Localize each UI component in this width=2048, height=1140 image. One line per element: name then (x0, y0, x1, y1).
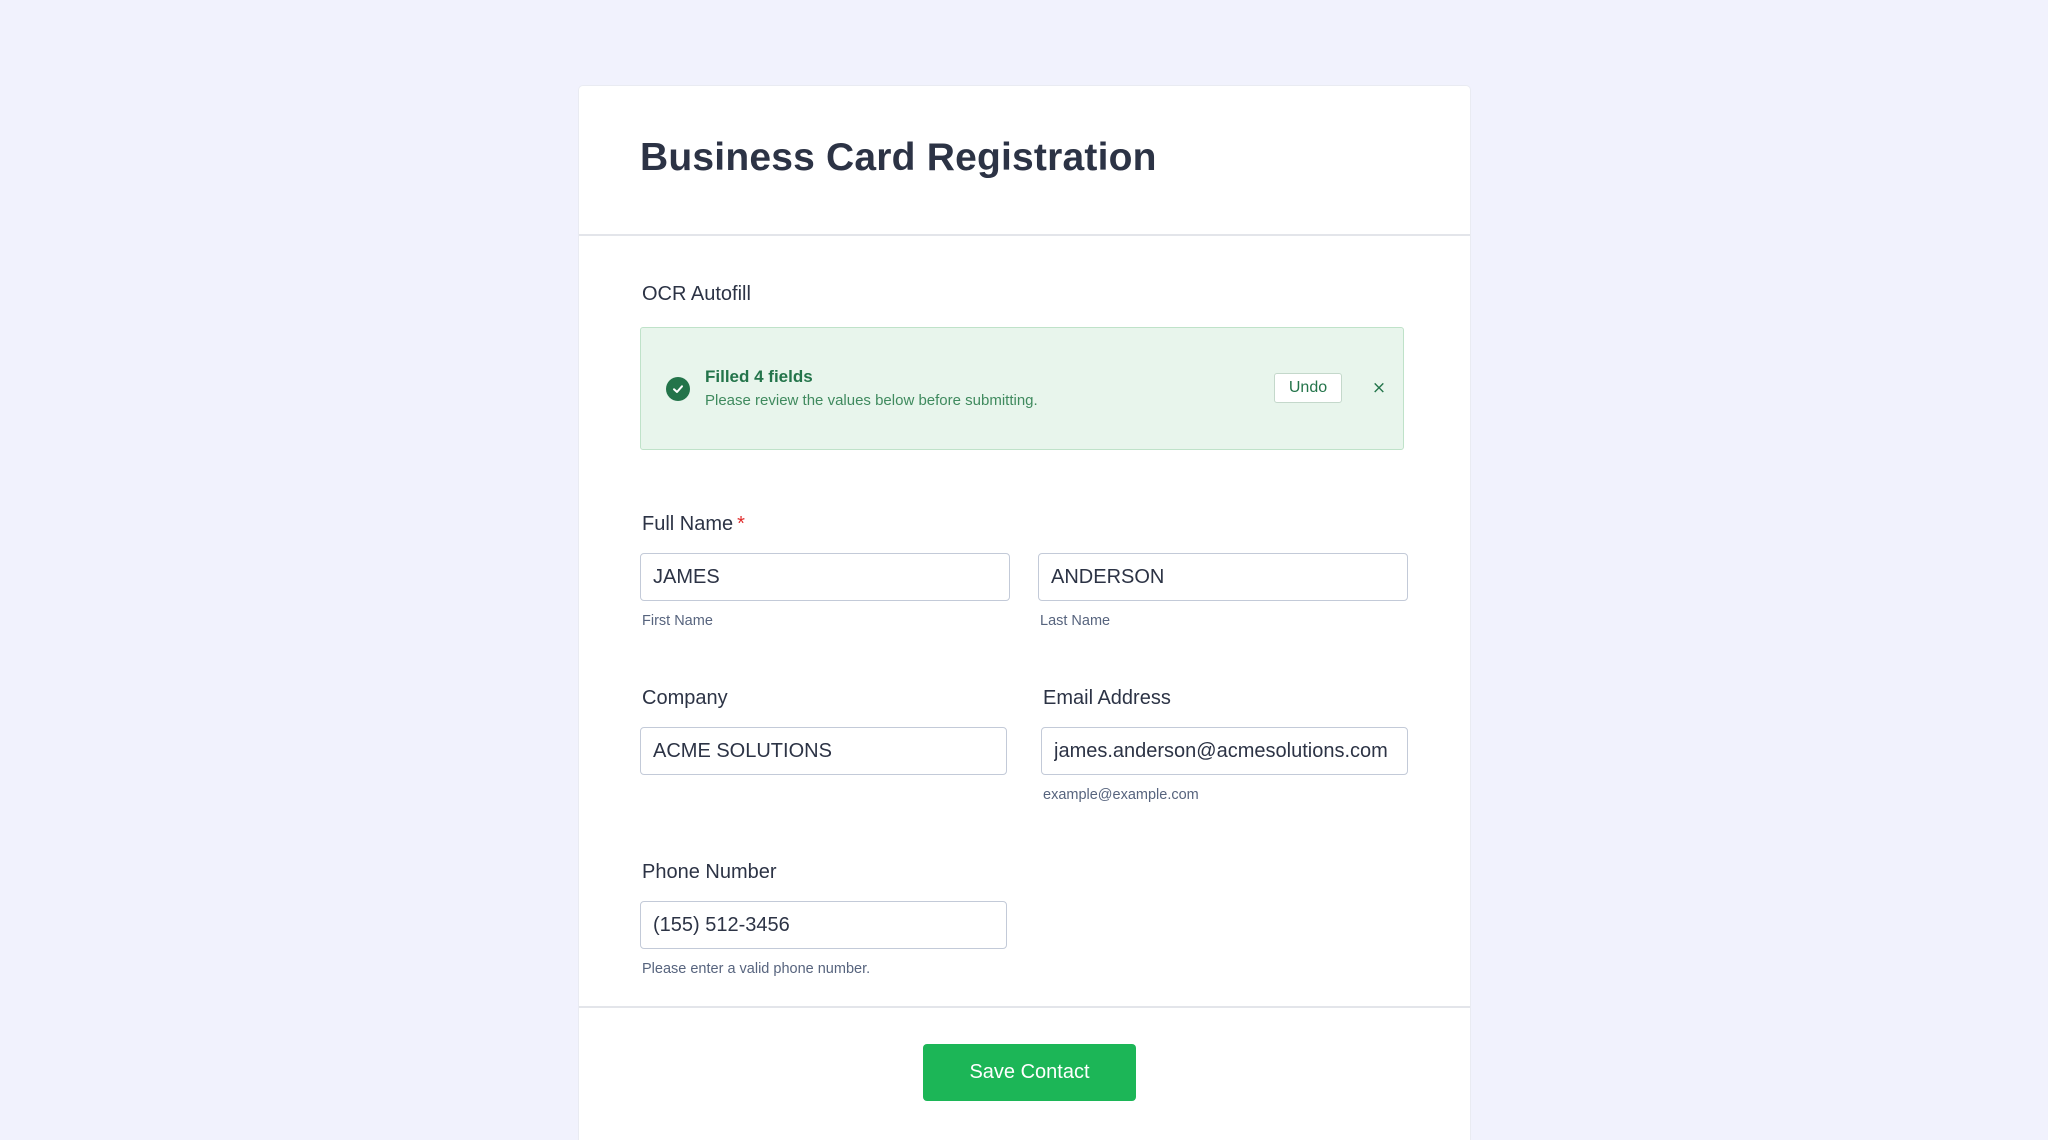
phone-sublabel: Please enter a valid phone number. (642, 961, 871, 977)
alert-title: Filled 4 fields (705, 367, 813, 386)
full-name-label: Full Name * (642, 513, 745, 536)
registration-form-card: Business Card Registration OCR Autofill … (579, 86, 1470, 1140)
close-icon[interactable]: × (1366, 375, 1392, 401)
last-name-sublabel: Last Name (1040, 613, 1111, 629)
email-field[interactable] (1041, 727, 1408, 775)
first-name-input[interactable] (640, 553, 1010, 601)
phone-input[interactable] (640, 901, 1007, 949)
save-contact-button[interactable]: Save Contact (923, 1044, 1136, 1101)
form-header: Business Card Registration (579, 86, 1470, 236)
email-sublabel: example@example.com (1043, 787, 1199, 803)
ocr-autofill-label: OCR Autofill (642, 283, 751, 305)
required-asterisk: * (737, 513, 745, 535)
email-label: Email Address (1043, 687, 1171, 709)
phone-label: Phone Number (642, 861, 777, 883)
form-footer-divider (579, 1006, 1470, 1008)
page-title: Business Card Registration (640, 136, 1157, 179)
first-name-sublabel: First Name (642, 613, 713, 629)
full-name-label-text: Full Name (642, 513, 734, 535)
last-name-input[interactable] (1038, 553, 1408, 601)
ocr-success-alert: Filled 4 fields Please review the values… (640, 327, 1404, 450)
check-circle-icon (666, 377, 690, 401)
company-label: Company (642, 687, 728, 709)
undo-button[interactable]: Undo (1274, 373, 1342, 403)
alert-message: Please review the values below before su… (705, 392, 1038, 409)
company-input[interactable] (640, 727, 1007, 775)
